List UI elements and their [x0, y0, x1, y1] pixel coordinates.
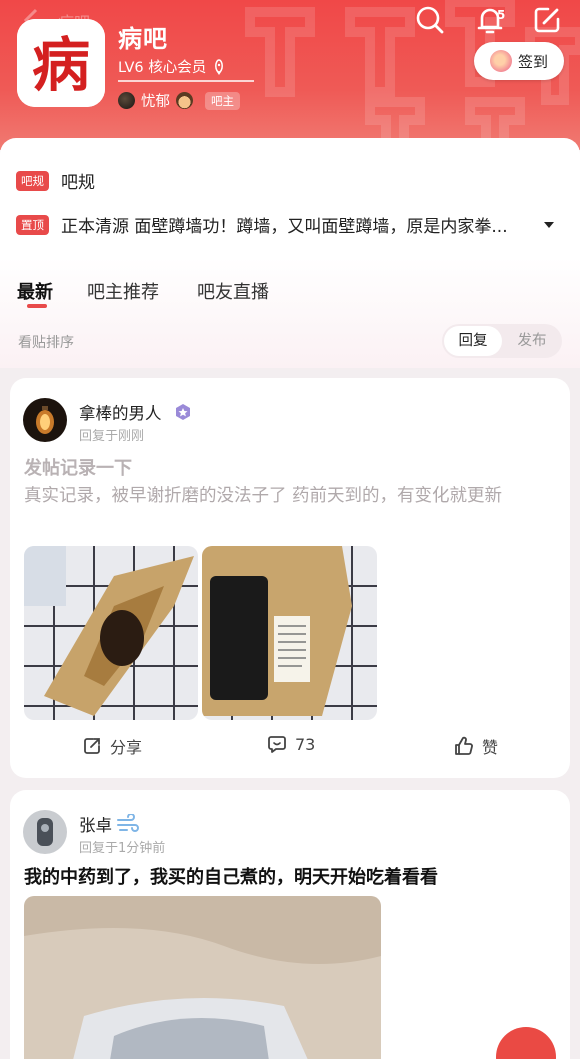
forum-header: 病吧 5 病 病吧 LV6 核心会员: [0, 0, 580, 150]
forum-logo-glyph: 病: [17, 19, 105, 107]
post-title[interactable]: 我的中药到了，我买的自己煮的，明天开始吃着看看: [24, 863, 438, 889]
rocket-icon: [215, 58, 224, 75]
share-button[interactable]: 分享: [82, 734, 142, 758]
post-body[interactable]: 真实记录，被早谢折磨的没法子了 药前天到的，有变化就更新: [24, 482, 559, 510]
edit-post-icon[interactable]: [530, 3, 564, 37]
pinned-post-row[interactable]: 置顶 正本清源 面壁蹲墙功！蹲墙，又叫面壁蹲墙，原是内家拳...: [16, 212, 572, 237]
comment-count: 73: [295, 734, 316, 754]
member-level-text: LV6 核心会员: [118, 60, 207, 76]
sort-toggle: 回复 发布: [442, 324, 562, 358]
lantern-avatar-image: [23, 398, 67, 442]
author-avatar[interactable]: [23, 810, 67, 854]
tabs-area: 最新 吧主推荐 吧友直播 看贴排序 回复 发布: [0, 258, 580, 368]
post-title[interactable]: 发帖记录一下: [24, 454, 132, 480]
herb-package-photo: [24, 896, 381, 1059]
post-card[interactable]: 拿棒的男人 回复于刚刚 发帖记录一下 真实记录，被早谢折磨的没法子了 药前天到的…: [10, 378, 570, 778]
signin-label: 签到: [517, 52, 548, 71]
thumbs-up-icon: [455, 736, 473, 755]
caret-down-icon[interactable]: [543, 220, 555, 230]
owner-emoji-icon: [176, 92, 193, 109]
sort-label: 看贴排序: [18, 335, 74, 351]
author-name[interactable]: 拿棒的男人: [79, 400, 162, 424]
sort-by-post[interactable]: 发布: [504, 326, 560, 356]
forum-owner[interactable]: 忧郁 吧主: [118, 90, 240, 111]
tab-owner-picks[interactable]: 吧主推荐: [87, 278, 159, 304]
like-button[interactable]: 赞: [454, 734, 498, 758]
like-label: 赞: [482, 738, 499, 757]
owner-name: 忧郁: [141, 94, 170, 110]
post-image[interactable]: [202, 546, 377, 720]
forum-title: 病吧: [118, 25, 168, 53]
owner-avatar: [118, 92, 135, 109]
author-avatar-image: [23, 810, 67, 854]
sort-by-reply[interactable]: 回复: [444, 326, 502, 356]
tab-live[interactable]: 吧友直播: [197, 278, 269, 304]
level-progress: [118, 80, 254, 82]
herb-bag-photo: [24, 546, 198, 720]
share-icon: [84, 738, 100, 754]
forum-page: 病吧 5 病 病吧 LV6 核心会员: [0, 0, 580, 1059]
active-tab-indicator: [27, 304, 47, 308]
comment-icon: [268, 736, 286, 753]
post-time: 回复于刚刚: [79, 429, 145, 444]
rule-text: 吧规: [61, 173, 95, 193]
logo-glyph: 病: [32, 31, 90, 99]
share-label: 分享: [110, 738, 143, 757]
author-avatar[interactable]: [23, 398, 67, 442]
pinned-post-title: 正本清源 面壁蹲墙功！蹲墙，又叫面壁蹲墙，原是内家拳...: [61, 217, 508, 237]
level-badge-icon: [176, 404, 190, 420]
rule-badge: 吧规: [16, 170, 49, 191]
post-image[interactable]: [24, 546, 198, 720]
post-actions: 分享 73 赞: [10, 734, 570, 764]
signin-button[interactable]: 签到: [474, 42, 564, 80]
herb-bag-label-photo: [202, 546, 377, 720]
wind-emoji-icon: [117, 814, 139, 832]
forum-info-card: 吧规 吧规 置顶 正本清源 面壁蹲墙功！蹲墙，又叫面壁蹲墙，原是内家拳...: [0, 138, 580, 258]
post-time: 回复于1分钟前: [79, 841, 166, 856]
owner-tag: 吧主: [205, 91, 240, 110]
search-icon[interactable]: [414, 4, 446, 36]
member-level: LV6 核心会员: [118, 56, 226, 77]
pinned-badge: 置顶: [16, 214, 49, 235]
author-name[interactable]: 张卓: [79, 812, 112, 836]
forum-rules-row[interactable]: 吧规 吧规: [16, 168, 95, 193]
tab-latest[interactable]: 最新: [17, 278, 53, 304]
forum-logo[interactable]: 病: [17, 19, 105, 107]
post-image[interactable]: [24, 896, 381, 1059]
notification-count: 5: [497, 8, 506, 22]
signin-sun-icon: [489, 50, 512, 72]
comment-button[interactable]: 73: [267, 734, 315, 754]
post-card[interactable]: 张卓 回复于1分钟前 我的中药到了，我买的自己煮的，明天开始吃着看看: [10, 790, 570, 1059]
